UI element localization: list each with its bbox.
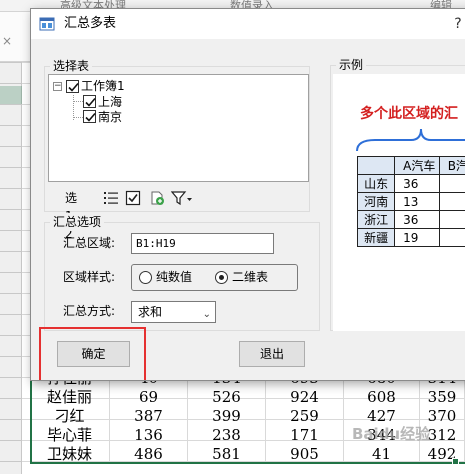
collapse-icon[interactable]: − — [53, 82, 62, 91]
radio-label-two-d-table[interactable]: 二维表 — [232, 267, 268, 287]
example-preview: 多个此区域的汇 A汽车 B汽 山东 36 河南 13 浙江 36 — [333, 74, 465, 331]
style-radio-group: 纯数值 二维表 — [131, 264, 298, 291]
example-row-header: 河南 — [356, 192, 396, 211]
dialog-title: 汇总多表 — [64, 16, 117, 31]
watermark: Baidu经验 — [352, 425, 431, 443]
fill-handle[interactable] — [452, 458, 459, 465]
close-icon[interactable]: × — [2, 34, 12, 48]
row-headers[interactable] — [0, 62, 22, 474]
range-input[interactable]: B1:H19 — [131, 233, 274, 254]
example-row-header: 山东 — [356, 174, 396, 193]
brace-icon — [356, 128, 465, 152]
example-cell — [438, 210, 465, 229]
example-table: A汽车 B汽 山东 36 河南 13 浙江 36 新疆 19 — [356, 156, 465, 247]
example-cell: 19 — [394, 228, 440, 247]
group-title: 选择表 — [50, 57, 93, 75]
checkmark-icon — [85, 97, 96, 107]
radio-plain-values[interactable] — [139, 271, 152, 284]
tree-node-workbook[interactable]: 工作簿1 — [81, 78, 125, 94]
example-caption: 多个此区域的汇 — [360, 106, 458, 122]
radio-selected-dot — [219, 275, 224, 280]
example-row-header: 新疆 — [356, 228, 396, 247]
check-all-icon[interactable] — [125, 190, 141, 206]
checkmark-icon — [85, 112, 96, 122]
example-header-cell — [356, 156, 396, 175]
table-tree[interactable]: − 工作簿1 上海 南京 — [48, 74, 309, 182]
annotation-highlight-box — [39, 327, 146, 380]
group-title: 示例 — [336, 56, 367, 74]
radio-two-d-table[interactable] — [215, 271, 228, 284]
sheet-checkbox-nanjing[interactable] — [83, 110, 96, 123]
method-label: 汇总方式: — [63, 304, 116, 318]
tree-node-nanjing[interactable]: 南京 — [98, 109, 122, 125]
list-icon[interactable] — [103, 190, 119, 206]
checkmark-icon — [68, 82, 79, 92]
tree-node-shanghai[interactable]: 上海 — [98, 94, 122, 110]
method-select[interactable]: 求和 ⌄ — [131, 301, 216, 323]
row-header-highlight — [0, 86, 22, 104]
help-button[interactable]: ? — [446, 12, 465, 36]
root-checkbox[interactable] — [66, 80, 79, 93]
exit-button[interactable]: 退出 — [239, 341, 305, 367]
filter-icon[interactable] — [171, 190, 193, 206]
range-label: 汇总区域: — [63, 236, 116, 250]
tree-connector — [73, 117, 83, 118]
title-bar[interactable]: 汇总多表 ? — [31, 9, 465, 39]
chevron-down-icon: ⌄ — [202, 309, 211, 320]
app-icon — [39, 17, 55, 31]
group-title: 汇总选项 — [50, 213, 105, 231]
example-header-cell: A汽车 — [394, 156, 440, 175]
refresh-icon[interactable] — [149, 190, 165, 206]
example-row-header: 浙江 — [356, 210, 396, 229]
sheet-checkbox-shanghai[interactable] — [83, 95, 96, 108]
example-cell: 13 — [394, 192, 440, 211]
radio-label-plain-values[interactable]: 纯数值 — [156, 267, 192, 287]
merge-tables-dialog: 汇总多表 ? 选择表 − 工作簿1 上海 南京 选1-2 — [30, 8, 465, 381]
example-cell — [438, 174, 465, 193]
example-cell: 36 — [394, 174, 440, 193]
method-select-value: 求和 — [138, 305, 163, 319]
tree-connector — [73, 101, 83, 102]
style-label: 区域样式: — [63, 270, 116, 284]
example-cell — [438, 228, 465, 247]
example-header-cell: B汽 — [438, 156, 465, 175]
example-cell: 36 — [394, 210, 440, 229]
example-cell — [438, 192, 465, 211]
